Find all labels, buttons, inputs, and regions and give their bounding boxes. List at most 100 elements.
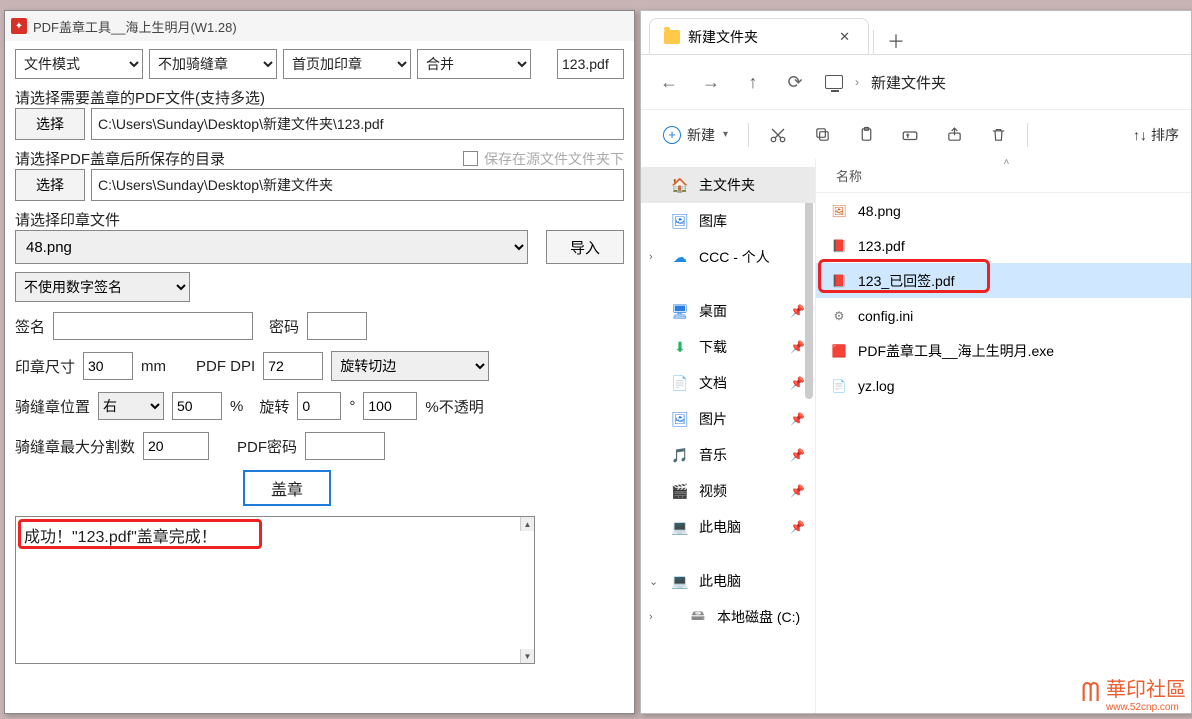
explorer-tab[interactable]: 新建文件夹 ✕ (649, 18, 869, 54)
address-folder: 新建文件夹 (871, 72, 946, 93)
nav-refresh-icon[interactable]: ⟳ (783, 70, 807, 94)
merge-select[interactable]: 合并 (417, 49, 531, 79)
sidebar-item-documents[interactable]: 📄文档📌 (641, 365, 815, 401)
expand-icon[interactable]: ⌄ (649, 575, 658, 588)
file-row[interactable]: 🖼48.png (816, 193, 1191, 228)
save-in-source-row[interactable]: 保存在源文件文件夹下 (463, 149, 624, 169)
mode-select[interactable]: 文件模式 (15, 49, 143, 79)
save-in-source-checkbox[interactable] (463, 151, 478, 166)
max-split-input[interactable] (143, 432, 209, 460)
sidebar-item-diskc[interactable]: ›🖴本地磁盘 (C:)📌 (641, 599, 815, 635)
riding-pct-input[interactable] (172, 392, 222, 420)
file-name: yz.log (858, 378, 895, 394)
sidebar-item-ccc[interactable]: ›☁CCC - 个人📌 (641, 239, 815, 275)
stamp-button[interactable]: 盖章 (243, 470, 331, 506)
tab-separator (873, 30, 874, 54)
sort-arrow-icon: ˄ (1004, 159, 1010, 168)
sidebar-item-gallery[interactable]: 🖼图库📌 (641, 203, 815, 239)
sidebar-item-thispc[interactable]: ⌄💻此电脑📌 (641, 563, 815, 599)
riding-pos-select[interactable]: 右 (98, 392, 164, 420)
max-split-label: 骑缝章最大分割数 (15, 436, 135, 457)
rotation-select[interactable]: 旋转切边 (331, 351, 489, 381)
cut-icon[interactable] (759, 119, 797, 151)
first-page-select[interactable]: 首页加印章 (283, 49, 411, 79)
out-path-input[interactable] (91, 169, 624, 201)
file-name: 48.png (858, 203, 901, 219)
window-title: PDF盖章工具__海上生明月(W1.28) (33, 17, 237, 36)
diskc-icon: 🖴 (689, 608, 707, 626)
copy-icon[interactable] (803, 119, 841, 151)
pdf-path-input[interactable] (91, 108, 624, 140)
scroll-down-icon[interactable]: ▼ (520, 649, 534, 663)
plus-circle-icon: + (663, 126, 681, 144)
file-row[interactable]: 📕123_已回签.pdf (816, 263, 1191, 298)
address-bar[interactable]: › 新建文件夹 (825, 72, 946, 93)
thispc-pin-icon: 💻 (671, 518, 689, 536)
sidebar-item-desktop[interactable]: 🖥桌面📌 (641, 293, 815, 329)
select-pdf-label: 请选择需要盖章的PDF文件(支持多选) (15, 87, 624, 108)
share-icon[interactable] (935, 119, 973, 151)
rotate-input[interactable] (297, 392, 341, 420)
column-name-label: 名称 (836, 166, 862, 185)
desktop-icon: 🖥 (671, 302, 689, 320)
file-row[interactable]: 📕 123.pdf (816, 228, 1191, 263)
seal-size-input[interactable] (83, 352, 133, 380)
home-icon: 🏠 (671, 176, 689, 194)
digital-signature-select[interactable]: 不使用数字签名 (15, 272, 190, 302)
pin-icon: 📌 (790, 448, 805, 462)
signature-input[interactable] (53, 312, 253, 340)
paste-icon[interactable] (847, 119, 885, 151)
opacity-input[interactable] (363, 392, 417, 420)
current-file-display: 123.pdf (557, 49, 624, 79)
select-pdf-button[interactable]: 选择 (15, 108, 85, 140)
new-label: 新建 (687, 125, 715, 145)
expand-icon[interactable]: › (649, 611, 653, 623)
file-row[interactable]: ⚙ config.ini (816, 298, 1191, 333)
new-tab-button[interactable]: ＋ (878, 28, 914, 54)
sidebar-item-videos[interactable]: 🎬视频📌 (641, 473, 815, 509)
explorer-file-pane: ˄ 名称 🖼48.png 📕 123.pdf 📕123_已回签.pdf ⚙ config.… (816, 159, 1191, 713)
riding-seal-select[interactable]: 不加骑缝章 (149, 49, 277, 79)
file-row[interactable]: 🟥PDF盖章工具__海上生明月.exe (816, 333, 1191, 368)
file-pdf-icon: 📕 (830, 272, 848, 290)
scroll-up-icon[interactable]: ▲ (520, 517, 534, 531)
watermark-sub: www.52cnp.com (1106, 702, 1186, 713)
sidebar-item-label: 图片 (699, 409, 727, 429)
file-row[interactable]: 📄yz.log (816, 368, 1191, 403)
pdf-password-input[interactable] (305, 432, 385, 460)
file-pdf-icon: 📕 (830, 237, 848, 255)
sidebar-item-label: 本地磁盘 (C:) (717, 607, 800, 627)
new-button[interactable]: + 新建 ▾ (653, 119, 738, 151)
explorer-tabbar: 新建文件夹 ✕ ＋ (641, 11, 1191, 55)
file-name: PDF盖章工具__海上生明月.exe (858, 341, 1054, 361)
file-name: 123.pdf (858, 238, 905, 254)
column-header-name[interactable]: ˄ 名称 (816, 159, 1191, 193)
file-ini-icon: ⚙ (830, 307, 848, 325)
password-input[interactable] (307, 312, 367, 340)
sidebar-item-thispc-pin[interactable]: 💻此电脑📌 (641, 509, 815, 545)
tab-title: 新建文件夹 (688, 27, 758, 47)
expand-icon[interactable]: › (649, 251, 653, 263)
sort-button[interactable]: ↑↓ 排序 (1133, 125, 1179, 145)
toolbar-separator (748, 123, 749, 147)
riding-pos-label: 骑缝章位置 (15, 396, 90, 417)
sidebar-item-label: CCC - 个人 (699, 247, 770, 267)
tab-close-icon[interactable]: ✕ (835, 27, 854, 47)
explorer-sidebar: 🏠主文件夹📌🖼图库📌›☁CCC - 个人📌 🖥桌面📌⬇下载📌📄文档📌🖼图片📌🎵音乐… (641, 159, 816, 713)
result-text: 成功！"123.pdf"盖章完成！ (24, 529, 217, 546)
result-log: 成功！"123.pdf"盖章完成！ ▲ ▼ (15, 516, 535, 664)
nav-forward-icon[interactable]: → (699, 70, 723, 94)
sidebar-item-home[interactable]: 🏠主文件夹📌 (641, 167, 815, 203)
delete-icon[interactable] (979, 119, 1017, 151)
file-name: config.ini (858, 308, 913, 324)
sidebar-item-pictures[interactable]: 🖼图片📌 (641, 401, 815, 437)
sidebar-item-downloads[interactable]: ⬇下载📌 (641, 329, 815, 365)
import-button[interactable]: 导入 (546, 230, 624, 264)
rename-icon[interactable] (891, 119, 929, 151)
nav-back-icon[interactable]: ← (657, 70, 681, 94)
seal-file-select[interactable]: 48.png (15, 230, 528, 264)
select-outdir-button[interactable]: 选择 (15, 169, 85, 201)
dpi-input[interactable] (263, 352, 323, 380)
sidebar-item-music[interactable]: 🎵音乐📌 (641, 437, 815, 473)
nav-up-icon[interactable]: ↑ (741, 70, 765, 94)
